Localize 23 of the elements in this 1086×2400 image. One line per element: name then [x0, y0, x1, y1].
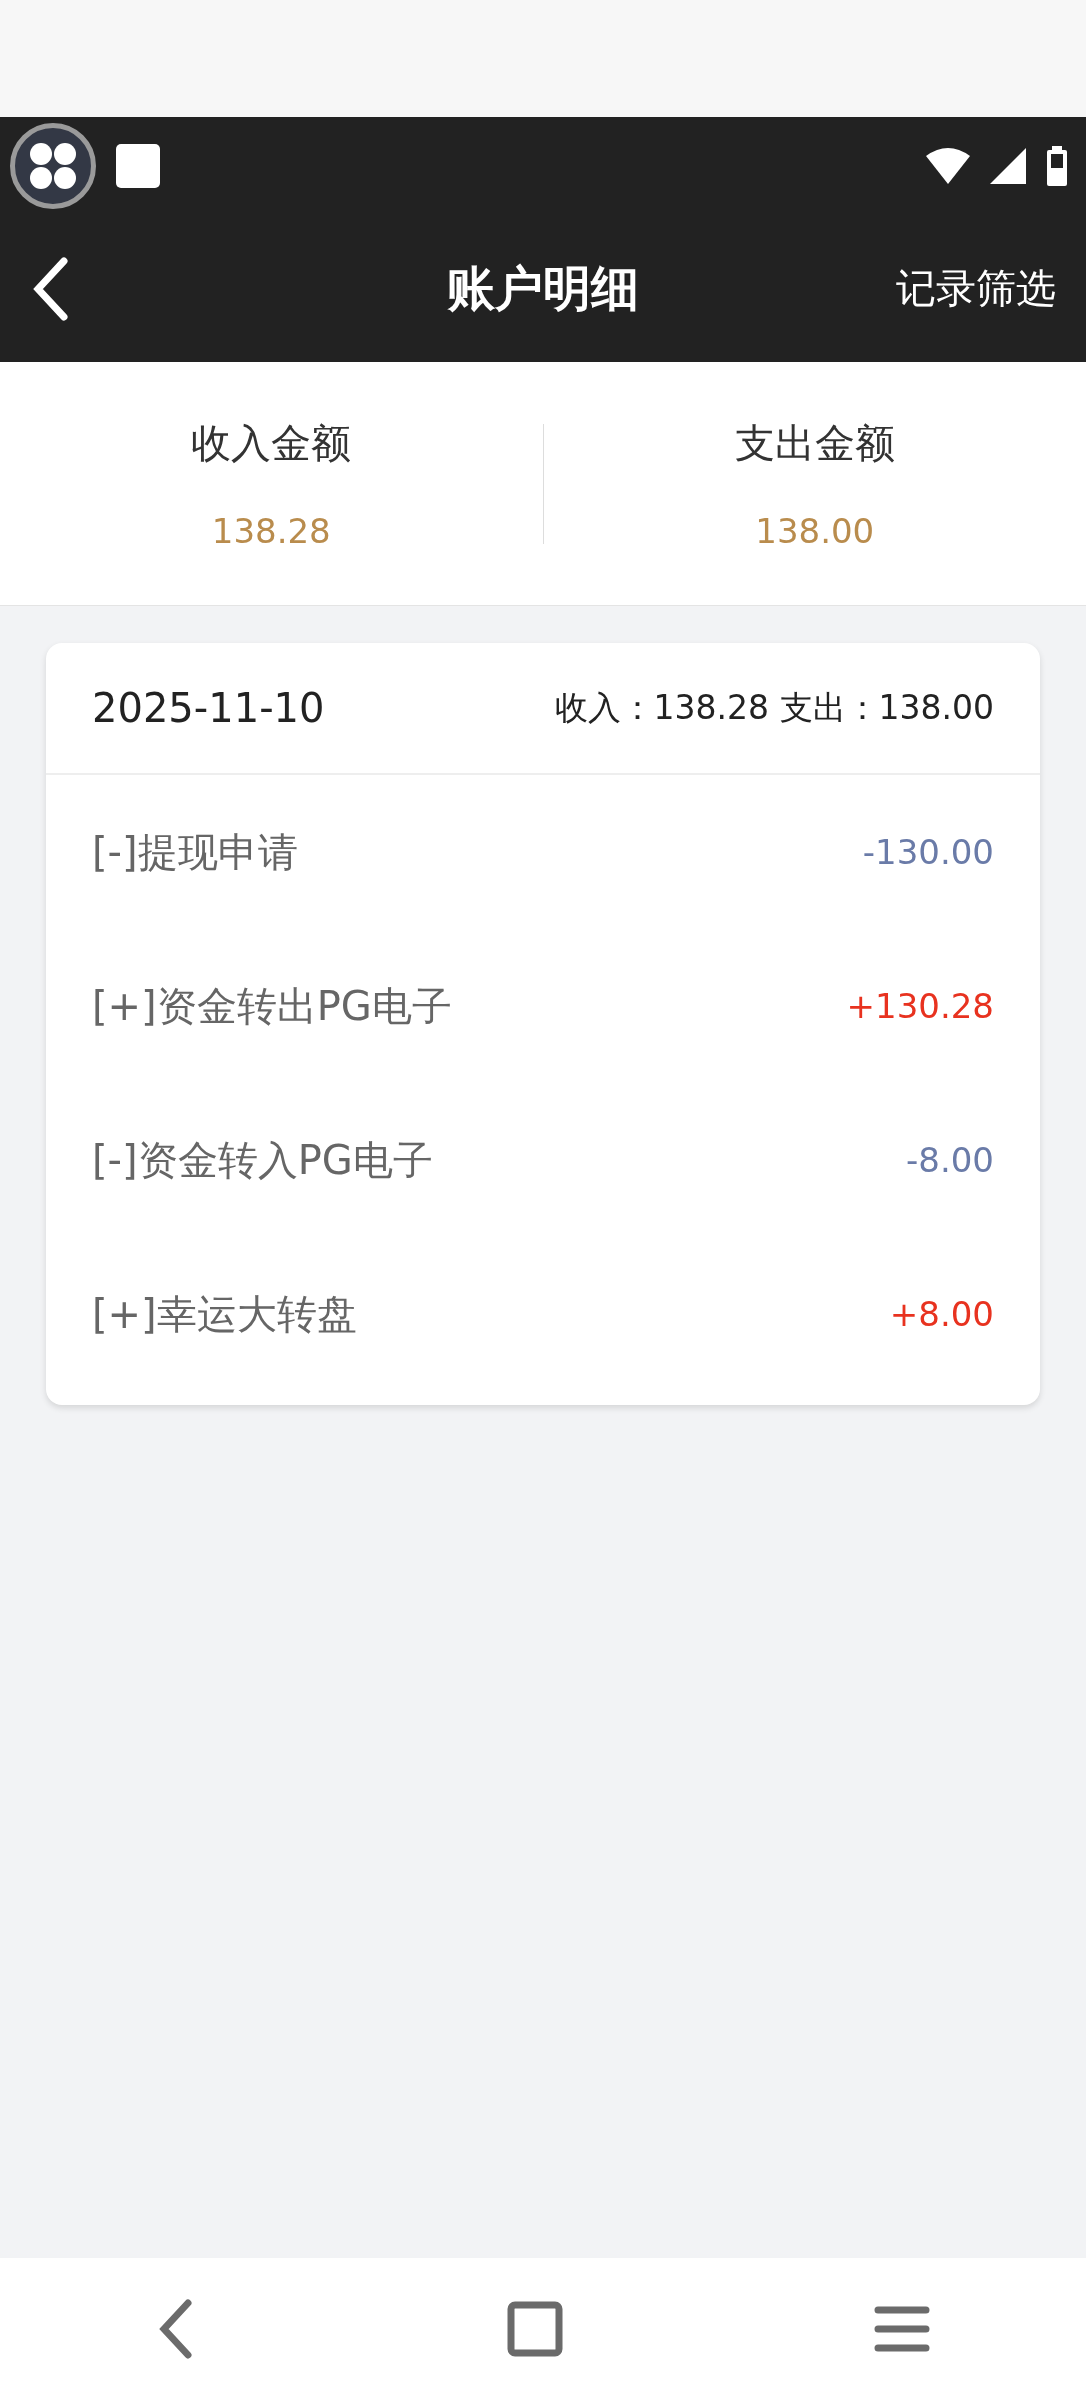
entry-label: [+]资金转出PG电子 — [92, 981, 452, 1031]
summary-value: 138.28 — [211, 511, 331, 551]
menu-icon[interactable] — [874, 2304, 931, 2354]
entry-label: [+]幸运大转盘 — [92, 1289, 357, 1339]
home-icon[interactable] — [507, 2301, 563, 2357]
filter-link[interactable]: 记录筛选 — [896, 261, 1056, 316]
wifi-icon — [926, 148, 970, 184]
summary-label: 收入金额 — [191, 419, 352, 468]
entry-amount: +130.28 — [846, 986, 994, 1026]
entry-label: [-]提现申请 — [92, 827, 298, 877]
entry-amount: -8.00 — [906, 1140, 994, 1180]
summary-label: 支出金额 — [734, 419, 895, 468]
entry-label: [-]资金转入PG电子 — [92, 1135, 433, 1185]
date-label: 2025-11-10 — [92, 685, 325, 731]
signal-icon — [990, 148, 1026, 184]
entry-amount: +8.00 — [889, 1294, 994, 1334]
summary-value: 138.00 — [755, 511, 875, 551]
day-totals: 收入：138.28 支出：138.00 — [554, 686, 994, 729]
entry-amount: -130.00 — [862, 832, 994, 872]
four-dots-icon — [27, 140, 79, 192]
page-title: 账户明细 — [447, 258, 639, 318]
battery-icon — [1046, 146, 1068, 186]
notification-icon — [116, 144, 160, 188]
